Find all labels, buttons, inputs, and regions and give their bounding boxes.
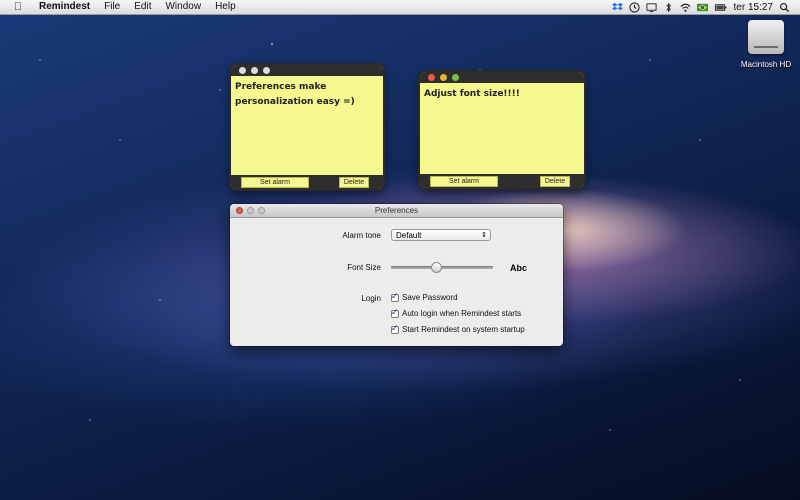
zoom-icon[interactable] bbox=[263, 67, 270, 74]
checkbox-label[interactable]: Start Remindest on system startup bbox=[402, 325, 525, 334]
save-password-checkbox[interactable]: ✓ Save Password bbox=[391, 290, 458, 302]
alarm-tone-label: Alarm tone bbox=[342, 231, 381, 240]
menu-app-name[interactable]: Remindest bbox=[32, 0, 97, 14]
menu-file[interactable]: File bbox=[97, 0, 127, 14]
desktop-hd[interactable]: Macintosh HD bbox=[738, 20, 794, 69]
checkmark-icon: ✓ bbox=[391, 322, 399, 333]
minimize-icon[interactable] bbox=[251, 67, 258, 74]
delete-button[interactable]: Delete bbox=[540, 176, 570, 187]
sticky-note[interactable]: Adjust font size!!!! Set alarm Delete bbox=[420, 72, 584, 188]
hard-drive-icon[interactable] bbox=[748, 20, 784, 54]
menu-window[interactable]: Window bbox=[158, 0, 208, 14]
alarm-tone-value: Default bbox=[396, 231, 422, 240]
note-footer: Set alarm Delete bbox=[231, 175, 383, 189]
set-alarm-button[interactable]: Set alarm bbox=[430, 176, 498, 187]
delete-button[interactable]: Delete bbox=[339, 177, 369, 188]
zoom-icon[interactable] bbox=[258, 207, 265, 214]
sticky-note[interactable]: Preferences make personalization easy =)… bbox=[231, 65, 383, 189]
alarm-tone-select[interactable]: Default ⇕ bbox=[391, 229, 491, 241]
bluetooth-icon[interactable] bbox=[663, 2, 674, 13]
wifi-icon[interactable] bbox=[680, 2, 691, 13]
menu-clock[interactable]: ter 15:27 bbox=[734, 2, 773, 13]
time-machine-icon[interactable] bbox=[628, 1, 640, 13]
login-label: Login bbox=[361, 294, 381, 303]
hd-label: Macintosh HD bbox=[740, 60, 792, 69]
preferences-titlebar[interactable]: Preferences bbox=[230, 204, 563, 218]
dropbox-icon[interactable] bbox=[611, 2, 623, 13]
menu-edit[interactable]: Edit bbox=[127, 0, 158, 14]
checkbox-label[interactable]: Save Password bbox=[402, 293, 458, 302]
auto-login-checkbox[interactable]: ✓ Auto login when Remindest starts bbox=[391, 306, 521, 318]
close-icon[interactable] bbox=[428, 74, 435, 81]
spotlight-icon[interactable] bbox=[779, 2, 790, 13]
close-icon[interactable] bbox=[236, 207, 243, 214]
battery-icon[interactable] bbox=[714, 2, 728, 13]
font-size-slider-knob[interactable] bbox=[431, 262, 443, 273]
font-size-sample: Abc bbox=[510, 263, 528, 273]
zoom-icon[interactable] bbox=[452, 74, 459, 81]
flag-brazil-icon[interactable] bbox=[696, 2, 708, 13]
checkmark-icon: ✓ bbox=[391, 290, 399, 301]
note-footer: Set alarm Delete bbox=[420, 174, 584, 188]
set-alarm-button[interactable]: Set alarm bbox=[241, 177, 309, 188]
menu-bar:  Remindest File Edit Window Help ter 15… bbox=[0, 0, 800, 15]
window-title: Preferences bbox=[374, 206, 419, 215]
checkbox[interactable]: ✓ bbox=[391, 290, 399, 302]
note-titlebar[interactable] bbox=[231, 65, 383, 76]
menu-help[interactable]: Help bbox=[208, 0, 243, 14]
close-icon[interactable] bbox=[239, 67, 246, 74]
checkbox-label[interactable]: Auto login when Remindest starts bbox=[402, 309, 521, 318]
display-icon[interactable] bbox=[645, 2, 657, 13]
apple-menu-icon[interactable]:  bbox=[10, 1, 26, 13]
minimize-icon[interactable] bbox=[247, 207, 254, 214]
select-arrows-icon: ⇕ bbox=[481, 232, 487, 239]
note-titlebar[interactable] bbox=[420, 72, 584, 83]
note-text[interactable]: Adjust font size!!!! bbox=[420, 83, 584, 102]
minimize-icon[interactable] bbox=[440, 74, 447, 81]
note-text[interactable]: Preferences make personalization easy =) bbox=[231, 76, 383, 110]
checkbox[interactable]: ✓ bbox=[391, 322, 399, 334]
checkmark-icon: ✓ bbox=[391, 306, 399, 317]
startup-checkbox[interactable]: ✓ Start Remindest on system startup bbox=[391, 322, 525, 334]
font-size-label: Font Size bbox=[347, 263, 381, 272]
checkbox[interactable]: ✓ bbox=[391, 306, 399, 318]
